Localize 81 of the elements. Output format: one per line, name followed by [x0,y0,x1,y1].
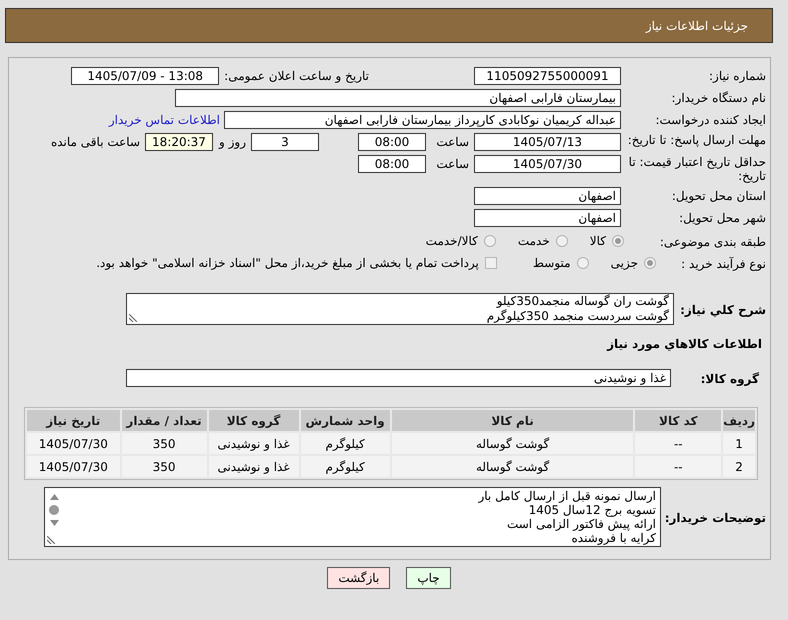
resize-grip-icon [129,314,137,322]
table-cell: -- [635,433,722,454]
back-button[interactable]: بازگشت [327,567,390,589]
field-label: ساعت باقی مانده [50,134,141,151]
column-header: تاریخ نیاز [27,410,120,431]
validity-time-field[interactable]: 08:00 [358,155,426,173]
field-label: ساعت [435,134,470,151]
radio-button[interactable] [612,235,624,247]
radio-label: کالا/خدمت [426,233,478,249]
table-cell: کیلوگرم [300,456,390,477]
checkbox[interactable] [484,257,497,269]
field-label: حداقل تاریخ اعتبار قیمت: تا تاریخ: [628,155,766,183]
time-remaining-field[interactable]: 18:20:37 [145,133,213,151]
field-label: ساعت [435,156,470,173]
province-field[interactable]: اصفهان [474,187,621,205]
field-label: مهلت ارسال پاسخ: تا تاریخ: [626,133,766,147]
field-label: تاریخ و ساعت اعلان عمومی: [224,68,369,85]
column-header: گروه کالا [208,410,299,431]
radio-label: متوسط [532,255,571,271]
field-label: نام دستگاه خریدار: [670,90,766,105]
table-cell: 350 [122,433,207,454]
field-label: شماره نیاز: [708,68,766,83]
reply-date-field[interactable]: 1405/07/13 [474,133,621,151]
description-line: گوشت ران گوساله منجمد350کیلو [496,294,669,309]
note-line: کرایه با فروشنده [572,531,656,545]
table-cell: گوشت گوساله [392,433,634,454]
days-remaining-field[interactable]: 3 [251,133,319,151]
table-cell: گوشت گوساله [392,456,634,477]
radio-button[interactable] [644,257,656,269]
goods-group-field[interactable]: غذا و نوشیدنی [126,369,671,387]
buyer-org-field[interactable]: بیمارستان فارابی اصفهان [175,89,621,107]
field-label: شهر محل تحویل: [678,210,766,225]
reply-time-field[interactable]: 08:00 [358,133,426,151]
city-field[interactable]: اصفهان [474,209,621,227]
note-line: ارائه پیش فاکتور الزامی است [506,517,656,531]
radio-label: جزیی [610,255,638,271]
buyer-contact-link[interactable]: اطلاعات تماس خریدار [108,111,220,129]
page-title: جزئیات اطلاعات نیاز [646,18,748,32]
treasury-payment-label: پرداخت تمام یا بخشی از مبلغ خرید،از محل "اسناد خزانه اسلامی" خواهد بود. [96,255,479,271]
description-line: گوشت سردست منجمد 350کیلوگرم [486,309,669,324]
description-field[interactable]: گوشت ران گوساله منجمد350کیلو گوشت سردست منجمد 350کیلوگرم [126,293,674,325]
radio-button[interactable] [556,235,568,247]
field-label: ایجاد کننده درخواست: [654,112,766,127]
column-header: نام کالا [392,410,634,431]
table-cell: غذا و نوشیدنی [208,456,299,477]
field-label: نوع فرآیند خرید : [680,256,766,271]
radio-label: خدمت [518,233,550,249]
announce-datetime-field[interactable]: 1405/07/09 - 13:08 [71,67,220,85]
table-cell: غذا و نوشیدنی [208,433,299,454]
column-header: ردیف [723,410,755,431]
field-label: روز و [218,134,247,151]
radio-button[interactable] [576,257,589,269]
field-label: استان محل تحویل: [670,188,766,203]
resize-grip-icon [47,536,55,544]
need-number-field[interactable]: 1105092755000091 [474,67,621,85]
buyer-notes-field[interactable]: ارسال نمونه قبل از ارسال کامل بار تسویه برج 12سال 1405 ارائه پیش فاکتور الزامی است کرایه با فروشنده [44,487,661,547]
requester-field[interactable]: عبداله کریمیان نوکابادی کارپرداز بیمارستان فارابی اصفهان [224,111,621,129]
section-heading: اطلاعات کالاهاي مورد نیاز [607,336,762,352]
field-label: توضیحات خریدار: [664,510,766,525]
radio-label: کالا [590,233,606,249]
table-cell: 2 [723,456,755,477]
radio-button[interactable] [484,235,496,247]
column-header: واحد شمارش [300,410,390,431]
column-header: کد کالا [635,410,722,431]
table-cell: -- [635,456,722,477]
scroll-up-icon [50,494,58,500]
table-cell: 1 [723,433,755,454]
table-cell: کیلوگرم [300,433,390,454]
table-cell: 1405/07/30 [27,433,120,454]
field-label: طبقه بندی موضوعی: [658,234,766,249]
scroll-thumb-icon [49,505,59,515]
note-line: ارسال نمونه قبل از ارسال کامل بار [478,489,656,503]
note-line: تسویه برج 12سال 1405 [528,503,656,517]
validity-date-field[interactable]: 1405/07/30 [474,155,621,173]
field-label: گروه کالا: [700,371,760,386]
column-header: تعداد / مقدار [122,410,207,431]
table-cell: 1405/07/30 [27,456,120,477]
field-label: شرح کلي نیاز: [679,302,766,317]
table-cell: 350 [122,456,207,477]
scroll-down-icon [50,520,58,526]
print-button[interactable]: چاپ [406,567,451,589]
